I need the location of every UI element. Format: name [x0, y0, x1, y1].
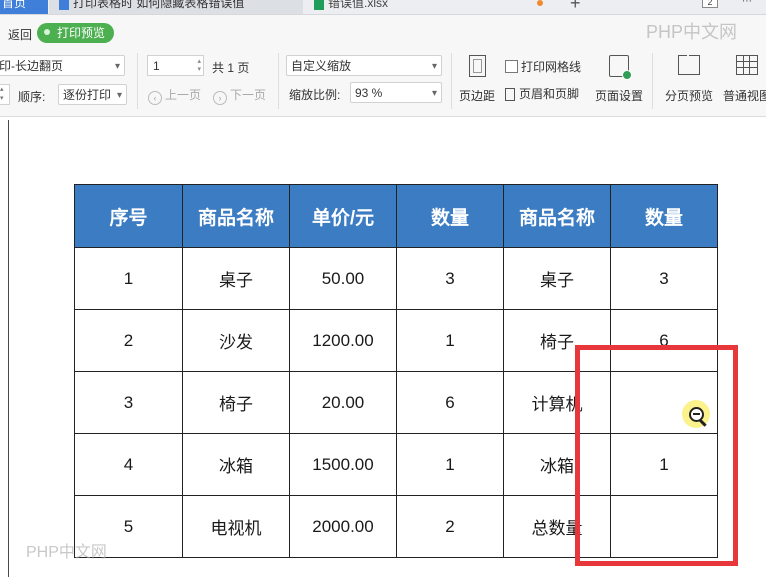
tab-bar: 首页 打印表格时 如何隐藏表格错误值 错误值.xlsx + 2 ⋯	[0, 0, 766, 15]
page-setup-label: 页面设置	[594, 89, 643, 103]
tab-spreadsheet-label: 错误值.xlsx	[328, 0, 389, 10]
page-setup-button[interactable]: 页面设置	[592, 55, 646, 104]
table-cell: 1	[74, 247, 183, 310]
normal-view-button[interactable]: 普通视图	[719, 55, 766, 104]
page-break-label: 分页预览	[664, 89, 713, 103]
watermark: PHP中文网	[26, 544, 107, 561]
zoom-out-cursor-icon	[682, 400, 714, 432]
column-header: 数量	[610, 184, 718, 248]
margins-label: 页边距	[458, 89, 495, 103]
header-footer-button[interactable]: 页眉和页脚	[505, 85, 579, 102]
column-header: 序号	[74, 184, 183, 248]
toolbar-divider	[451, 53, 452, 109]
copies-stepper[interactable]: ▴ ▾	[0, 84, 10, 105]
table-cell: 3	[610, 247, 718, 310]
page-number-value: 1	[153, 59, 160, 73]
table-cell: 50.00	[289, 247, 397, 310]
table-cell: 桌子	[182, 247, 290, 310]
tab-count-badge[interactable]: 2	[702, 0, 718, 8]
chevron-left-icon: ‹	[148, 91, 162, 105]
document-icon	[59, 0, 69, 10]
duplex-mode-select[interactable]: 印-长边翻页	[0, 55, 125, 76]
table-cell: 2	[396, 495, 504, 558]
zoom-mode-select[interactable]: 自定义缩放	[286, 55, 442, 76]
page-margin-icon	[468, 55, 486, 77]
table-cell: 沙发	[182, 309, 290, 372]
table-cell: 1	[610, 433, 718, 496]
table-cell	[610, 495, 718, 558]
table-cell: 椅子	[503, 309, 611, 372]
print-order-select[interactable]: 逐份打印	[58, 84, 127, 105]
page-stepper-icon[interactable]: ▴ ▾	[197, 58, 201, 74]
header-footer-icon	[505, 88, 515, 101]
tab-home[interactable]: 首页	[0, 0, 48, 14]
print-preview-badge: 打印预览	[37, 23, 115, 43]
table-cell: 电视机	[182, 495, 290, 558]
grid-view-icon	[736, 55, 758, 75]
column-header: 数量	[396, 184, 504, 248]
page-edge	[8, 120, 9, 577]
table-cell: 椅子	[182, 371, 290, 434]
table-cell: 3	[74, 371, 183, 434]
tab-spreadsheet[interactable]: 错误值.xlsx	[308, 0, 518, 14]
table-cell: 6	[610, 309, 718, 372]
page-total: 共 1 页	[212, 61, 250, 75]
prev-page-button[interactable]: ‹ 上一页	[148, 86, 201, 105]
table-row: 4 冰箱 1500.00 1 冰箱 1	[74, 433, 718, 496]
table-cell: 3	[396, 247, 504, 310]
page-number-input[interactable]: 1 ▴ ▾	[147, 55, 204, 76]
column-header: 商品名称	[503, 184, 611, 248]
table-cell: 4	[74, 433, 183, 496]
page-break-icon	[678, 54, 700, 75]
normal-view-label: 普通视图	[722, 89, 766, 103]
column-header: 商品名称	[182, 184, 290, 248]
tab-home-label: 首页	[2, 0, 27, 10]
table-cell: 1	[396, 433, 504, 496]
tab-document-label: 打印表格时 如何隐藏表格错误值	[73, 0, 245, 10]
page-setup-icon	[609, 55, 632, 80]
toolbar-divider	[652, 53, 653, 109]
zoom-ratio-select[interactable]: 93 %	[350, 82, 442, 103]
watermark: PHP中文网	[646, 22, 738, 42]
table-cell: 1200.00	[289, 309, 397, 372]
toolbar-divider	[137, 53, 138, 109]
zoom-ratio-label: 缩放比例:	[289, 88, 341, 102]
new-tab-icon[interactable]: +	[570, 0, 581, 14]
next-page-label: 下一页	[230, 88, 267, 102]
unsaved-dot-icon	[537, 0, 543, 6]
table-row: 5 电视机 2000.00 2 总数量	[74, 495, 718, 558]
back-button[interactable]: 返回	[8, 26, 32, 43]
table-row: 1 桌子 50.00 3 桌子 3	[74, 247, 718, 310]
table-cell: 冰箱	[182, 433, 290, 496]
table-cell: 1500.00	[289, 433, 397, 496]
table-cell: 1	[396, 309, 504, 372]
table-cell: 2	[74, 309, 183, 372]
header-row: 序号 商品名称 单价/元 数量 商品名称 数量	[74, 184, 718, 248]
table-cell: 总数量	[503, 495, 611, 558]
order-label: 顺序:	[18, 90, 46, 104]
toolbar-divider	[278, 53, 279, 109]
spreadsheet-icon	[314, 0, 324, 10]
page-break-preview-button[interactable]: 分页预览	[661, 54, 717, 104]
table-cell: 计算机	[503, 371, 611, 434]
table-cell: 冰箱	[503, 433, 611, 496]
data-table: 序号 商品名称 单价/元 数量 商品名称 数量 1 桌子 50.00 3 桌子 …	[74, 184, 718, 558]
gridlines-label: 打印网格线	[521, 60, 582, 74]
table-cell: 20.00	[289, 371, 397, 434]
table-cell: 6	[396, 371, 504, 434]
table-row: 3 椅子 20.00 6 计算机	[74, 371, 718, 434]
print-gridlines-toggle[interactable]: 打印网格线	[505, 58, 581, 75]
tab-document[interactable]: 打印表格时 如何隐藏表格错误值	[49, 0, 303, 14]
table-cell: 2000.00	[289, 495, 397, 558]
table-cell: 桌子	[503, 247, 611, 310]
margins-button[interactable]: 页边距	[458, 55, 496, 104]
gridlines-checkbox[interactable]	[505, 60, 518, 73]
header-footer-label: 页眉和页脚	[519, 87, 580, 101]
next-page-button[interactable]: › 下一页	[213, 86, 266, 105]
chevron-right-icon: ›	[213, 91, 227, 105]
column-header: 单价/元	[289, 184, 397, 248]
prev-page-label: 上一页	[165, 88, 202, 102]
table-row: 2 沙发 1200.00 1 椅子 6	[74, 309, 718, 372]
more-icon[interactable]: ⋯	[742, 0, 752, 7]
